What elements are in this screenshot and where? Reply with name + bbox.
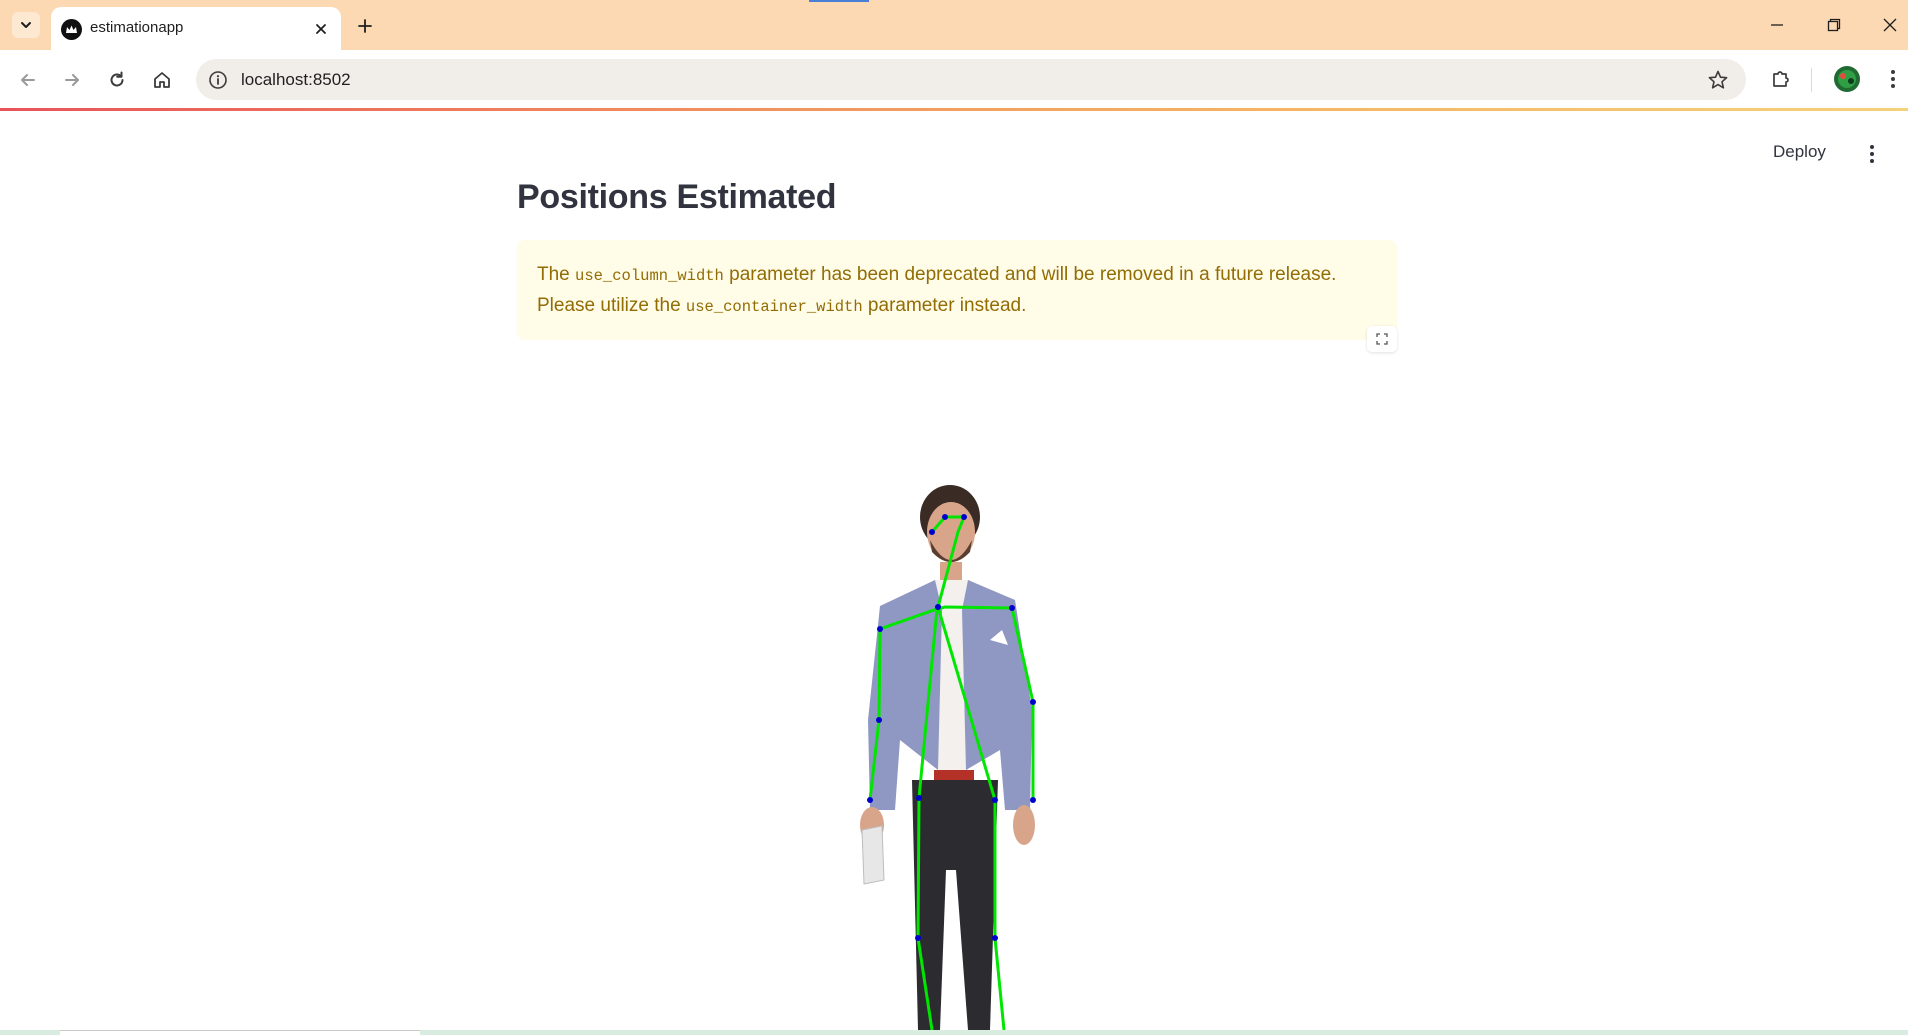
plus-icon (358, 19, 372, 33)
new-tab-button[interactable] (352, 13, 378, 39)
home-icon (154, 72, 170, 88)
info-icon (209, 71, 227, 89)
close-icon (1883, 18, 1897, 32)
browser-tab-bar: estimationapp (0, 0, 1908, 50)
home-button[interactable] (147, 65, 177, 95)
extensions-button[interactable] (1766, 64, 1796, 94)
fullscreen-button[interactable] (1367, 326, 1397, 352)
forward-button[interactable] (57, 65, 87, 95)
streamlit-crown-icon (61, 19, 82, 40)
kebab-menu-icon (1891, 70, 1895, 88)
puzzle-icon (1773, 71, 1789, 87)
figure-belt (934, 770, 974, 780)
address-bar[interactable]: localhost:8502 (196, 59, 1746, 100)
taskbar-segment (60, 1030, 420, 1035)
warning-text: The use_column_width parameter has been … (537, 260, 1377, 322)
url-text: localhost:8502 (241, 70, 351, 89)
bookmark-button[interactable] (1706, 68, 1730, 92)
close-window-button[interactable] (1875, 10, 1905, 40)
toolbar-separator (1811, 68, 1812, 92)
reload-icon (110, 71, 124, 87)
site-info-button[interactable] (206, 68, 230, 92)
pose-figure-svg (860, 485, 1036, 1032)
back-button[interactable] (13, 65, 43, 95)
restore-button[interactable] (1819, 10, 1849, 40)
figure-neck (940, 562, 962, 580)
warning-suffix: parameter instead. (862, 295, 1027, 316)
pose-estimation-image (840, 480, 1080, 1032)
arrow-right-icon (65, 74, 79, 86)
figure-right-hand (1013, 805, 1035, 845)
close-icon (316, 24, 326, 34)
arrow-left-icon (21, 74, 35, 86)
streamlit-header-decoration (0, 108, 1908, 111)
page-title: Positions Estimated (517, 178, 837, 216)
warning-prefix: The (537, 264, 576, 285)
minimize-icon (1771, 24, 1783, 26)
fullscreen-icon (1376, 333, 1388, 345)
tab-search-button[interactable] (12, 12, 40, 38)
deploy-button[interactable]: Deploy (1773, 142, 1826, 162)
figure-newspaper (861, 825, 885, 885)
warning-code-2: use_container_width (685, 298, 863, 316)
star-icon (1708, 70, 1728, 89)
minimize-button[interactable] (1762, 10, 1792, 40)
browser-toolbar: localhost:8502 (0, 50, 1908, 109)
profile-button[interactable] (1832, 64, 1862, 94)
browser-tab-active[interactable]: estimationapp (51, 7, 341, 50)
avatar (1834, 66, 1860, 92)
app-main-menu-button[interactable] (1862, 142, 1882, 166)
chevron-down-icon (21, 22, 31, 28)
reload-button[interactable] (102, 65, 132, 95)
warning-code-1: use_column_width (575, 267, 724, 285)
deprecation-warning: The use_column_width parameter has been … (517, 240, 1397, 340)
restore-icon (1827, 18, 1841, 32)
tab-close-button[interactable] (310, 18, 332, 40)
browser-menu-button[interactable] (1878, 64, 1908, 94)
tab-title: estimationapp (90, 19, 184, 36)
kebab-menu-icon (1870, 145, 1874, 163)
tab-scroll-indicator (809, 0, 869, 2)
